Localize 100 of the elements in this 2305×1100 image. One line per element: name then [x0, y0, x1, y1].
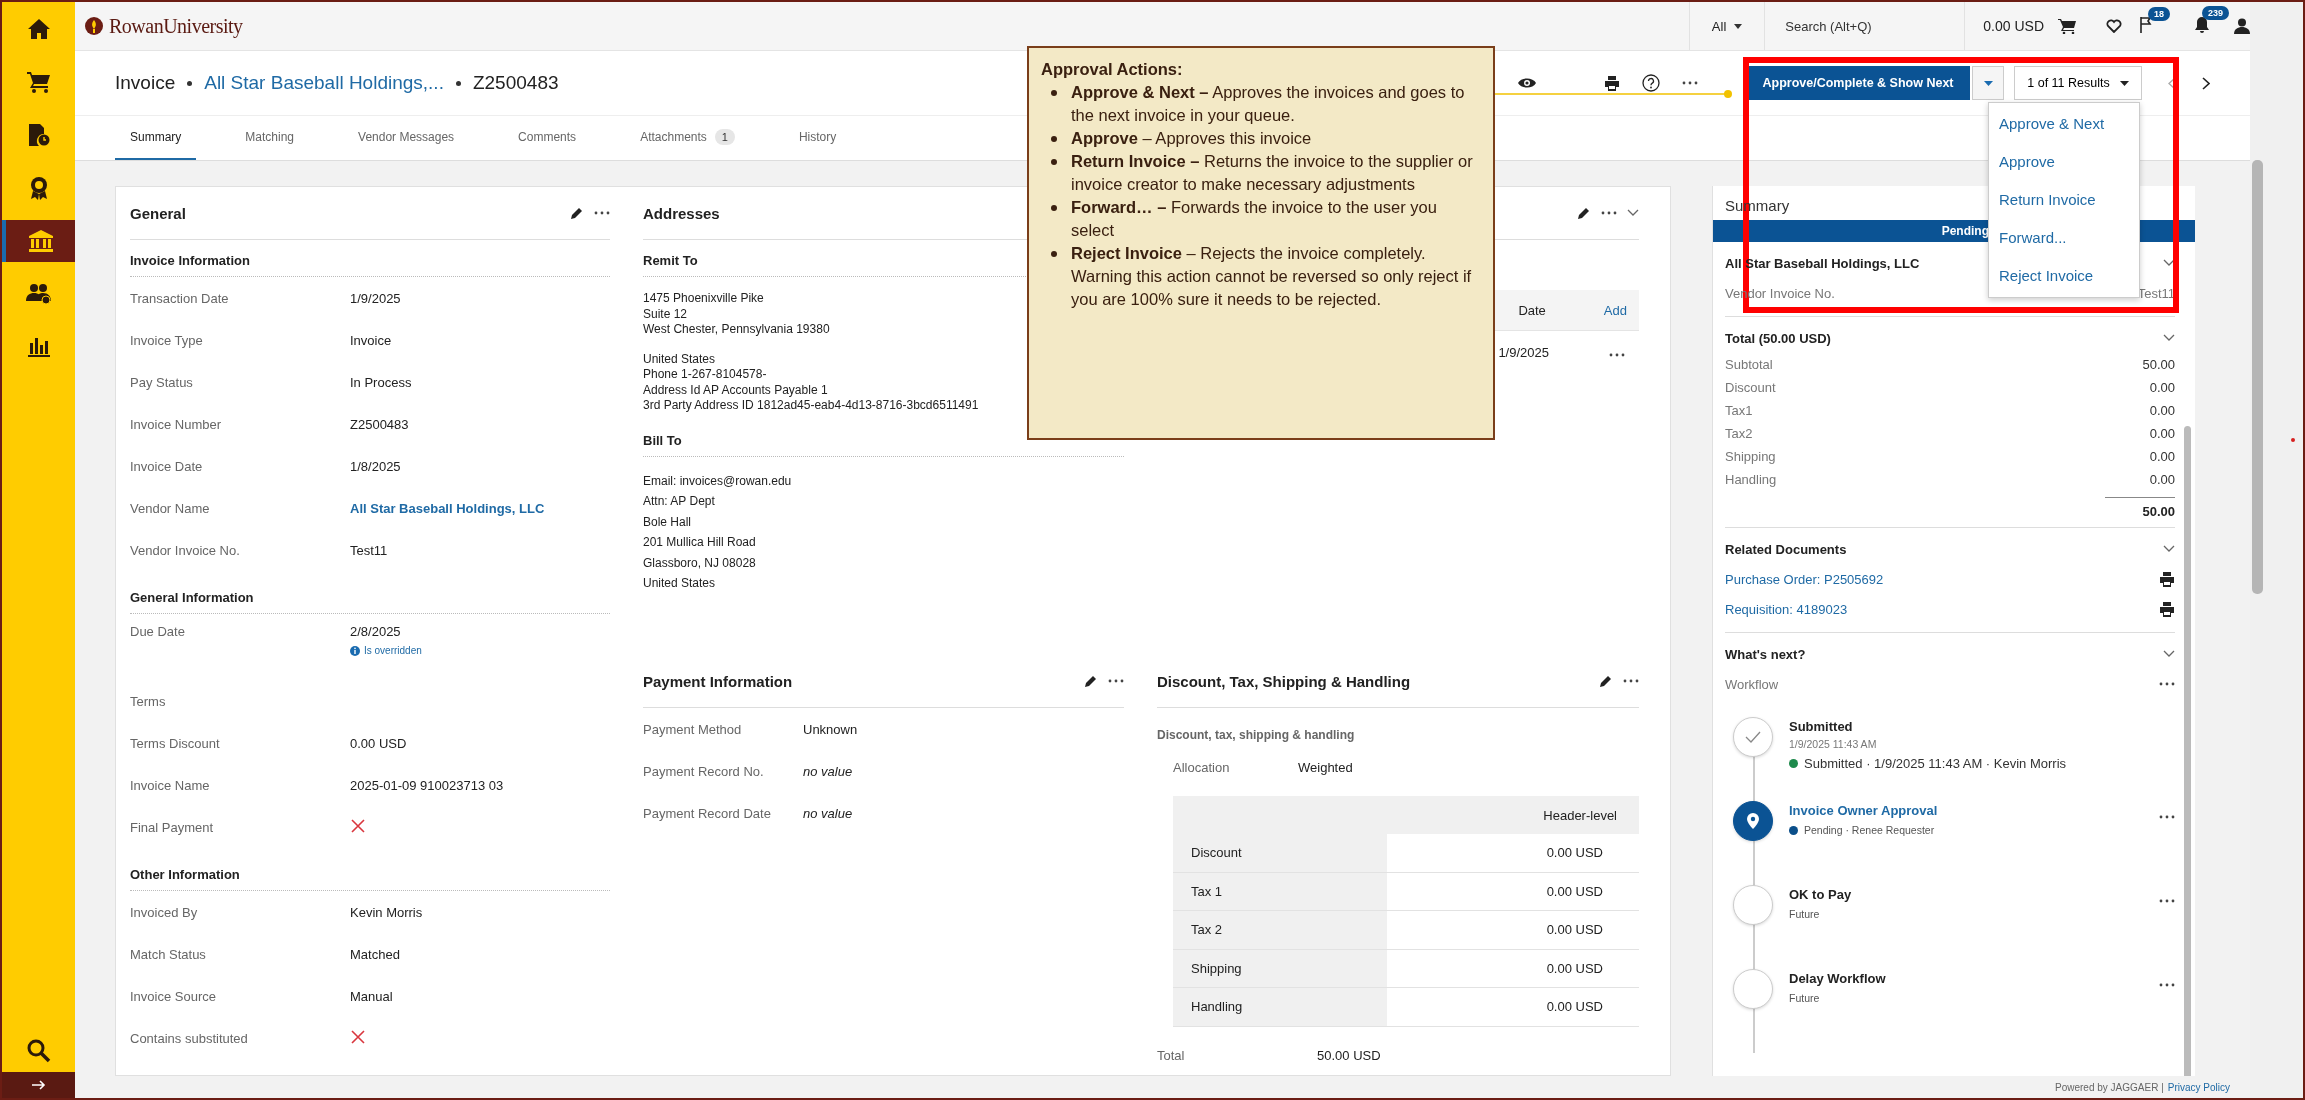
eye-icon[interactable]	[1518, 77, 1536, 89]
more-icon[interactable]	[2159, 983, 2175, 987]
address-line: Attn: AP Dept	[643, 493, 715, 510]
print-icon[interactable]	[2159, 601, 2175, 617]
more-icon[interactable]	[1682, 81, 1698, 85]
scrollbar[interactable]	[2252, 160, 2263, 594]
tab[interactable]: Comments	[503, 116, 592, 160]
cart-icon[interactable]	[26, 71, 51, 93]
breadcrumb-link[interactable]: All Star Baseball Holdings,...	[204, 72, 444, 94]
field-value: Test11	[350, 542, 388, 558]
section-title: Payment Information	[643, 672, 793, 690]
heart-icon[interactable]	[2106, 19, 2122, 33]
step-title[interactable]: Invoice Owner Approval	[1789, 803, 2143, 818]
more-icon[interactable]	[594, 211, 610, 215]
menu-item[interactable]: Return Invoice	[1989, 181, 2139, 219]
user-icon[interactable]	[2234, 18, 2250, 34]
amount: 0.00	[2149, 472, 2175, 487]
bell-icon[interactable]	[2194, 16, 2210, 33]
chevron-icon[interactable]	[2163, 650, 2175, 658]
address-line: Phone 1-267-8104578-	[643, 367, 767, 383]
tab[interactable]: Attachments 1	[625, 116, 750, 160]
column-header: Header-level	[1543, 807, 1617, 823]
menu-item[interactable]: Approve	[1989, 143, 2139, 181]
tab[interactable]: Summary	[115, 116, 197, 160]
nav-item[interactable]	[2, 220, 75, 262]
address-line: 3rd Party Address ID 1812ad45-eab4-4d13-8716-3bcd6511491	[643, 398, 979, 414]
check-icon	[1745, 731, 1761, 743]
print-icon[interactable]	[1604, 75, 1620, 91]
info-icon	[350, 645, 360, 656]
amount: 50.00	[2142, 357, 2175, 372]
bank-icon[interactable]	[28, 230, 53, 252]
next-icon[interactable]	[2202, 76, 2210, 90]
table-cell: Tax 1	[1173, 872, 1387, 910]
more-icon[interactable]	[2159, 815, 2175, 819]
chevron-icon[interactable]	[2163, 259, 2175, 267]
bullet-dot	[1051, 90, 1057, 96]
flag-icon[interactable]	[2140, 16, 2152, 33]
cart-icon[interactable]	[2058, 18, 2076, 34]
separator-dot	[187, 80, 193, 86]
field-label: Total	[1157, 1048, 1186, 1063]
chevron-icon[interactable]	[2163, 545, 2175, 553]
more-icon[interactable]	[2159, 899, 2175, 903]
field-value: Weighted	[1298, 759, 1353, 775]
add-link[interactable]: Add	[1603, 302, 1627, 318]
field-value: In Process	[350, 374, 412, 390]
field-value: 50.00 USD	[1317, 1048, 1381, 1063]
count-badge: 18	[2148, 6, 2170, 21]
step-time: 1/9/2025 11:43 AM	[1789, 738, 1878, 750]
caret-icon	[1983, 80, 1993, 86]
field-label: Invoiced By	[130, 904, 199, 920]
cart-total[interactable]: 0.00 USD	[1965, 18, 2058, 34]
field-label: Discount	[1725, 380, 1776, 395]
document-clock-icon[interactable]	[27, 123, 50, 147]
address-line: United States	[643, 575, 716, 592]
people-icon[interactable]	[25, 283, 52, 305]
more-icon[interactable]	[1601, 211, 1617, 215]
arrow-right-icon[interactable]	[31, 1080, 46, 1090]
tab[interactable]: Matching	[230, 116, 310, 160]
subsection-title: Invoice Information	[130, 246, 610, 277]
table-cell: Tax 2	[1173, 911, 1387, 949]
dropdown-toggle[interactable]	[1972, 66, 2004, 100]
more-icon[interactable]	[1609, 352, 1625, 357]
table-cell-text: 0.00 USD	[1545, 959, 1604, 978]
menu-item[interactable]: Forward...	[1989, 219, 2139, 257]
table-cell-text: 0.00 USD	[1545, 882, 1604, 901]
privacy-link[interactable]: Privacy Policy	[2167, 1081, 2230, 1093]
edit-icon[interactable]	[1084, 674, 1098, 688]
bar-chart-icon[interactable]	[27, 337, 50, 357]
address-line: Email: invoices@rowan.edu	[643, 472, 792, 490]
more-icon[interactable]	[2159, 682, 2175, 686]
chevron-icon[interactable]	[1627, 209, 1639, 217]
print-icon[interactable]	[2159, 571, 2175, 587]
previous-icon[interactable]	[2168, 76, 2176, 90]
results-dropdown[interactable]: 1 of 11 Results	[2014, 66, 2142, 100]
scrollbar[interactable]	[2184, 426, 2191, 1076]
chevron-icon[interactable]	[2163, 334, 2175, 342]
callout-text: Approve & Next – Approves the invoices and goes to the next invoice in your queue.	[1071, 82, 1466, 126]
search-icon[interactable]	[26, 1039, 51, 1063]
edit-icon[interactable]	[1599, 674, 1613, 688]
field-value: no value	[803, 805, 853, 821]
amount: 0.00	[2149, 380, 2175, 395]
more-icon[interactable]	[1108, 679, 1124, 683]
document-link[interactable]: Purchase Order: P2505692	[1725, 571, 1884, 587]
menu-item[interactable]: Approve & Next	[1989, 105, 2139, 143]
help-icon[interactable]	[1642, 74, 1660, 92]
home-icon[interactable]	[26, 18, 51, 40]
more-icon[interactable]	[1623, 679, 1639, 683]
field-label: Due Date	[130, 624, 186, 639]
vendor-link[interactable]: All Star Baseball Holdings, LLC	[350, 500, 545, 516]
menu-item[interactable]: Reject Invoice	[1989, 257, 2139, 295]
tab[interactable]: History	[783, 116, 852, 160]
approve-button[interactable]: Approve/Complete & Show Next	[1746, 66, 1970, 100]
edit-icon[interactable]	[1577, 206, 1591, 220]
edit-icon[interactable]	[570, 206, 584, 220]
table-cell-text: 0.00 USD	[1545, 998, 1604, 1017]
document-link[interactable]: Requisition: 4189023	[1725, 601, 1848, 617]
tab[interactable]: Vendor Messages	[343, 116, 470, 160]
address-line: 1475 Phoenixville Pike	[643, 291, 764, 307]
address-line: Address Id AP Accounts Payable 1	[643, 382, 828, 398]
address-line: United States	[643, 351, 716, 367]
